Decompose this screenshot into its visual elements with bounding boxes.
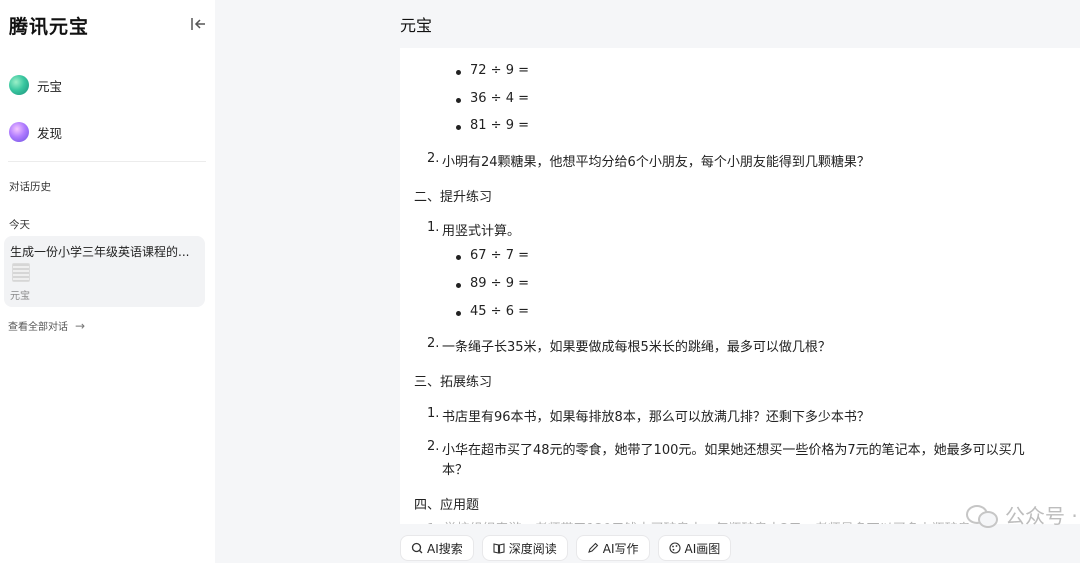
tool-bar: AI搜索 深度阅读 AI写作 AI画图	[400, 535, 732, 562]
arrow-right-icon: →	[75, 318, 86, 333]
list-item: 小华在超市买了48元的零食，她带了100元。如果她还想买一些价格为7元的笔记本，…	[442, 443, 1025, 458]
list-item-continuation: 本？	[442, 463, 469, 478]
bullet-icon	[456, 98, 461, 103]
bullet-icon	[456, 125, 461, 130]
list-item: 72 ÷ 9 =	[470, 63, 529, 78]
palette-icon	[668, 542, 681, 554]
tool-label: AI画图	[684, 541, 721, 556]
search-icon	[411, 542, 423, 554]
ai-writing-button[interactable]: AI写作	[575, 535, 650, 561]
sidebar-divider	[8, 161, 206, 162]
watermark: 公众号 · AI入门课	[965, 500, 1080, 529]
ai-drawing-button[interactable]: AI画图	[657, 535, 732, 561]
list-number: 2.	[427, 336, 440, 351]
list-item: 一条绳子长35米，如果要做成每根5米长的跳绳，最多可以做几根？	[442, 340, 831, 355]
collapse-sidebar-icon[interactable]	[188, 14, 208, 34]
document-thumbnail-icon	[12, 263, 30, 282]
bullet-icon	[456, 283, 461, 288]
view-all-conversations-link[interactable]: 查看全部对话 →	[8, 318, 86, 334]
brand-title: 腾讯元宝	[9, 16, 90, 38]
history-item-source: 元宝	[10, 291, 30, 302]
list-item: 书店里有96本书，如果每排放8本，那么可以放满几排？还剩下多少本书？	[442, 410, 870, 425]
list-item: 81 ÷ 9 =	[470, 118, 529, 133]
tool-label: AI搜索	[427, 541, 463, 556]
nav-item-yuanbao[interactable]: 元宝	[9, 73, 62, 97]
section-heading: 三、拓展练习	[414, 375, 493, 390]
bullet-icon	[456, 311, 461, 316]
history-item[interactable]: 生成一份小学三年级英语课程的... 元宝	[4, 236, 205, 307]
list-item: 67 ÷ 7 =	[470, 248, 529, 263]
watermark-text: 公众号 · AI入门课	[1005, 504, 1080, 528]
discover-icon	[9, 122, 29, 142]
pen-icon	[587, 542, 599, 554]
deep-reading-button[interactable]: 深度阅读	[481, 535, 568, 561]
yuanbao-logo-icon	[9, 75, 29, 95]
list-item: 36 ÷ 4 =	[470, 91, 529, 106]
cutoff-line: 1. 学校组织春游，老师带了120元钱去买矿泉水，每瓶矿泉水2元，老师最多可以买…	[427, 518, 997, 524]
chat-main: 元宝 72 ÷ 9 = 36 ÷ 4 = 81 ÷ 9 = 2. 小明有24颗糖果，他想…	[215, 0, 1080, 563]
list-number: 1.	[427, 220, 440, 235]
wechat-icon	[965, 503, 999, 528]
list-number: 1.	[427, 406, 440, 421]
nav-item-label: 元宝	[37, 78, 63, 94]
message-content: 72 ÷ 9 = 36 ÷ 4 = 81 ÷ 9 = 2. 小明有24颗糖果，他想平均分…	[400, 48, 1080, 524]
nav-item-label: 发现	[37, 125, 63, 141]
chat-title: 元宝	[400, 16, 433, 35]
ai-search-button[interactable]: AI搜索	[400, 535, 474, 561]
tool-label: 深度阅读	[508, 541, 557, 556]
app-window: 腾讯元宝 元宝 发现 对话历史 今天 生成一份小学三年级英语课程的... 元宝 …	[0, 0, 1080, 563]
list-item: 45 ÷ 6 =	[470, 304, 529, 319]
sidebar: 腾讯元宝 元宝 发现 对话历史 今天 生成一份小学三年级英语课程的... 元宝 …	[0, 0, 215, 563]
list-number: 2.	[427, 439, 440, 454]
list-number: 2.	[427, 151, 440, 166]
book-icon	[493, 542, 505, 554]
list-item: 用竖式计算。	[442, 224, 521, 239]
bullet-icon	[456, 70, 461, 75]
section-heading: 四、应用题	[414, 498, 480, 513]
today-label: 今天	[9, 219, 30, 231]
section-heading: 二、提升练习	[414, 190, 493, 205]
history-item-title: 生成一份小学三年级英语课程的...	[10, 245, 190, 259]
bullet-icon	[456, 255, 461, 260]
tool-label: AI写作	[602, 541, 639, 556]
history-section-label: 对话历史	[9, 181, 51, 193]
nav-item-discover[interactable]: 发现	[9, 120, 62, 144]
list-item: 小明有24颗糖果，他想平均分给6个小朋友，每个小朋友能得到几颗糖果？	[442, 155, 870, 170]
view-all-label: 查看全部对话	[8, 322, 68, 333]
list-item: 89 ÷ 9 =	[470, 276, 529, 291]
